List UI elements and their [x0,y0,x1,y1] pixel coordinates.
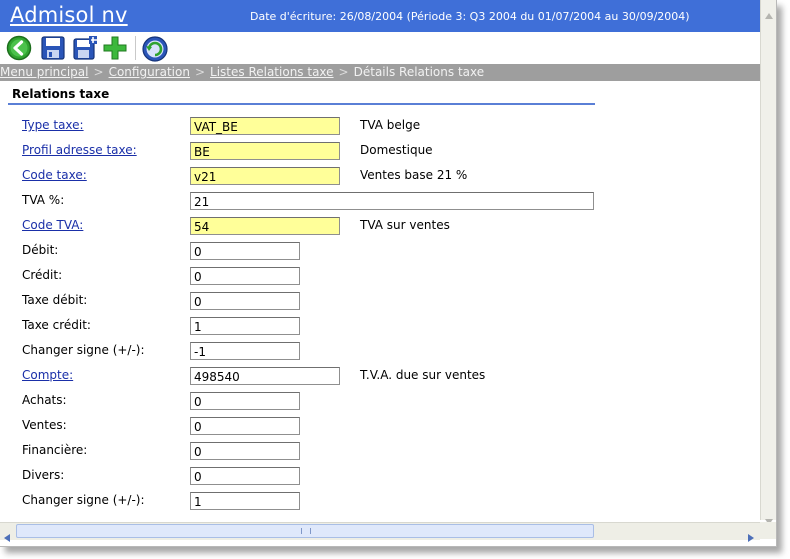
compte-description: T.V.A. due sur ventes [360,368,486,382]
compte-field[interactable]: 498540 [190,367,340,385]
back-icon[interactable] [6,35,32,61]
achats-field[interactable]: 0 [190,392,300,410]
code-taxe-link[interactable]: Code taxe: [22,168,87,182]
scroll-grip-icon [301,528,311,534]
breadcrumb-separator: > [194,65,206,79]
code-taxe-description: Ventes base 21 % [360,168,468,182]
breadcrumb: Menu principal > Configuration > Listes Rela… [0,64,760,81]
code-tva-link[interactable]: Code TVA: [22,218,83,232]
app-title[interactable]: Admisol nv [10,3,128,27]
breadcrumb-main-menu[interactable]: Menu principal [0,65,89,79]
taxe-debit-field[interactable]: 0 [190,292,300,310]
add-icon[interactable] [102,35,128,61]
breadcrumb-separator: > [338,65,349,79]
financiere-field[interactable]: 0 [190,442,300,460]
scroll-left-icon[interactable] [4,527,10,546]
profil-adresse-link[interactable]: Profil adresse taxe: [22,143,137,157]
tva-pct-label: TVA %: [22,193,65,207]
scroll-up-icon[interactable] [765,4,773,23]
tva-pct-field[interactable]: 21 [190,192,594,210]
changer-signe-2-label: Changer signe (+/-): [22,493,145,507]
debit-field[interactable]: 0 [190,242,300,260]
changer-signe-2-field[interactable]: 1 [190,492,300,510]
breadcrumb-current: Détails Relations taxe [353,65,485,79]
credit-label: Crédit: [22,268,63,282]
breadcrumb-tax-relations-list[interactable]: Listes Relations taxe [210,65,334,79]
horizontal-scrollbar[interactable] [0,522,760,542]
taxe-debit-label: Taxe débit: [22,293,88,307]
breadcrumb-configuration[interactable]: Configuration [109,65,190,79]
credit-field[interactable]: 0 [190,267,300,285]
breadcrumb-separator: > [93,65,104,79]
type-taxe-description: TVA belge [360,118,421,132]
posting-date-info: Date d'écriture: 26/08/2004 (Période 3: … [250,10,690,23]
code-taxe-field[interactable]: v21 [190,167,340,185]
ventes-field[interactable]: 0 [190,417,300,435]
scroll-right-icon[interactable] [748,527,754,546]
section-title: Relations taxe [12,87,110,101]
divers-field[interactable]: 0 [190,467,300,485]
achats-label: Achats: [22,393,67,407]
refresh-icon[interactable] [141,35,168,62]
horizontal-scroll-thumb[interactable] [16,524,594,538]
profil-adresse-field[interactable]: BE [190,142,340,160]
save-icon[interactable] [40,35,66,61]
code-tva-description: TVA sur ventes [360,218,450,232]
compte-link[interactable]: Compte: [22,368,73,382]
code-tva-field[interactable]: 54 [190,217,340,235]
debit-label: Débit: [22,243,59,257]
save-new-icon[interactable] [72,35,98,61]
type-taxe-link[interactable]: Type taxe: [22,118,84,132]
app-window: Admisol nv Date d'écriture: 26/08/2004 (… [0,0,777,547]
toolbar [0,32,760,64]
ventes-label: Ventes: [22,418,67,432]
section-divider [8,103,595,105]
type-taxe-field[interactable]: VAT_BE [190,117,340,135]
taxe-credit-label: Taxe crédit: [22,318,91,332]
taxe-credit-field[interactable]: 1 [190,317,300,335]
financiere-label: Financière: [22,443,88,457]
toolbar-separator [135,36,136,60]
changer-signe-label: Changer signe (+/-): [22,343,145,357]
app-header: Admisol nv Date d'écriture: 26/08/2004 (… [0,0,760,32]
scrollbar-corner [760,522,776,539]
vertical-scrollbar[interactable] [760,0,776,525]
changer-signe-field[interactable]: -1 [190,342,300,360]
divers-label: Divers: [22,468,65,482]
profil-adresse-description: Domestique [360,143,433,157]
